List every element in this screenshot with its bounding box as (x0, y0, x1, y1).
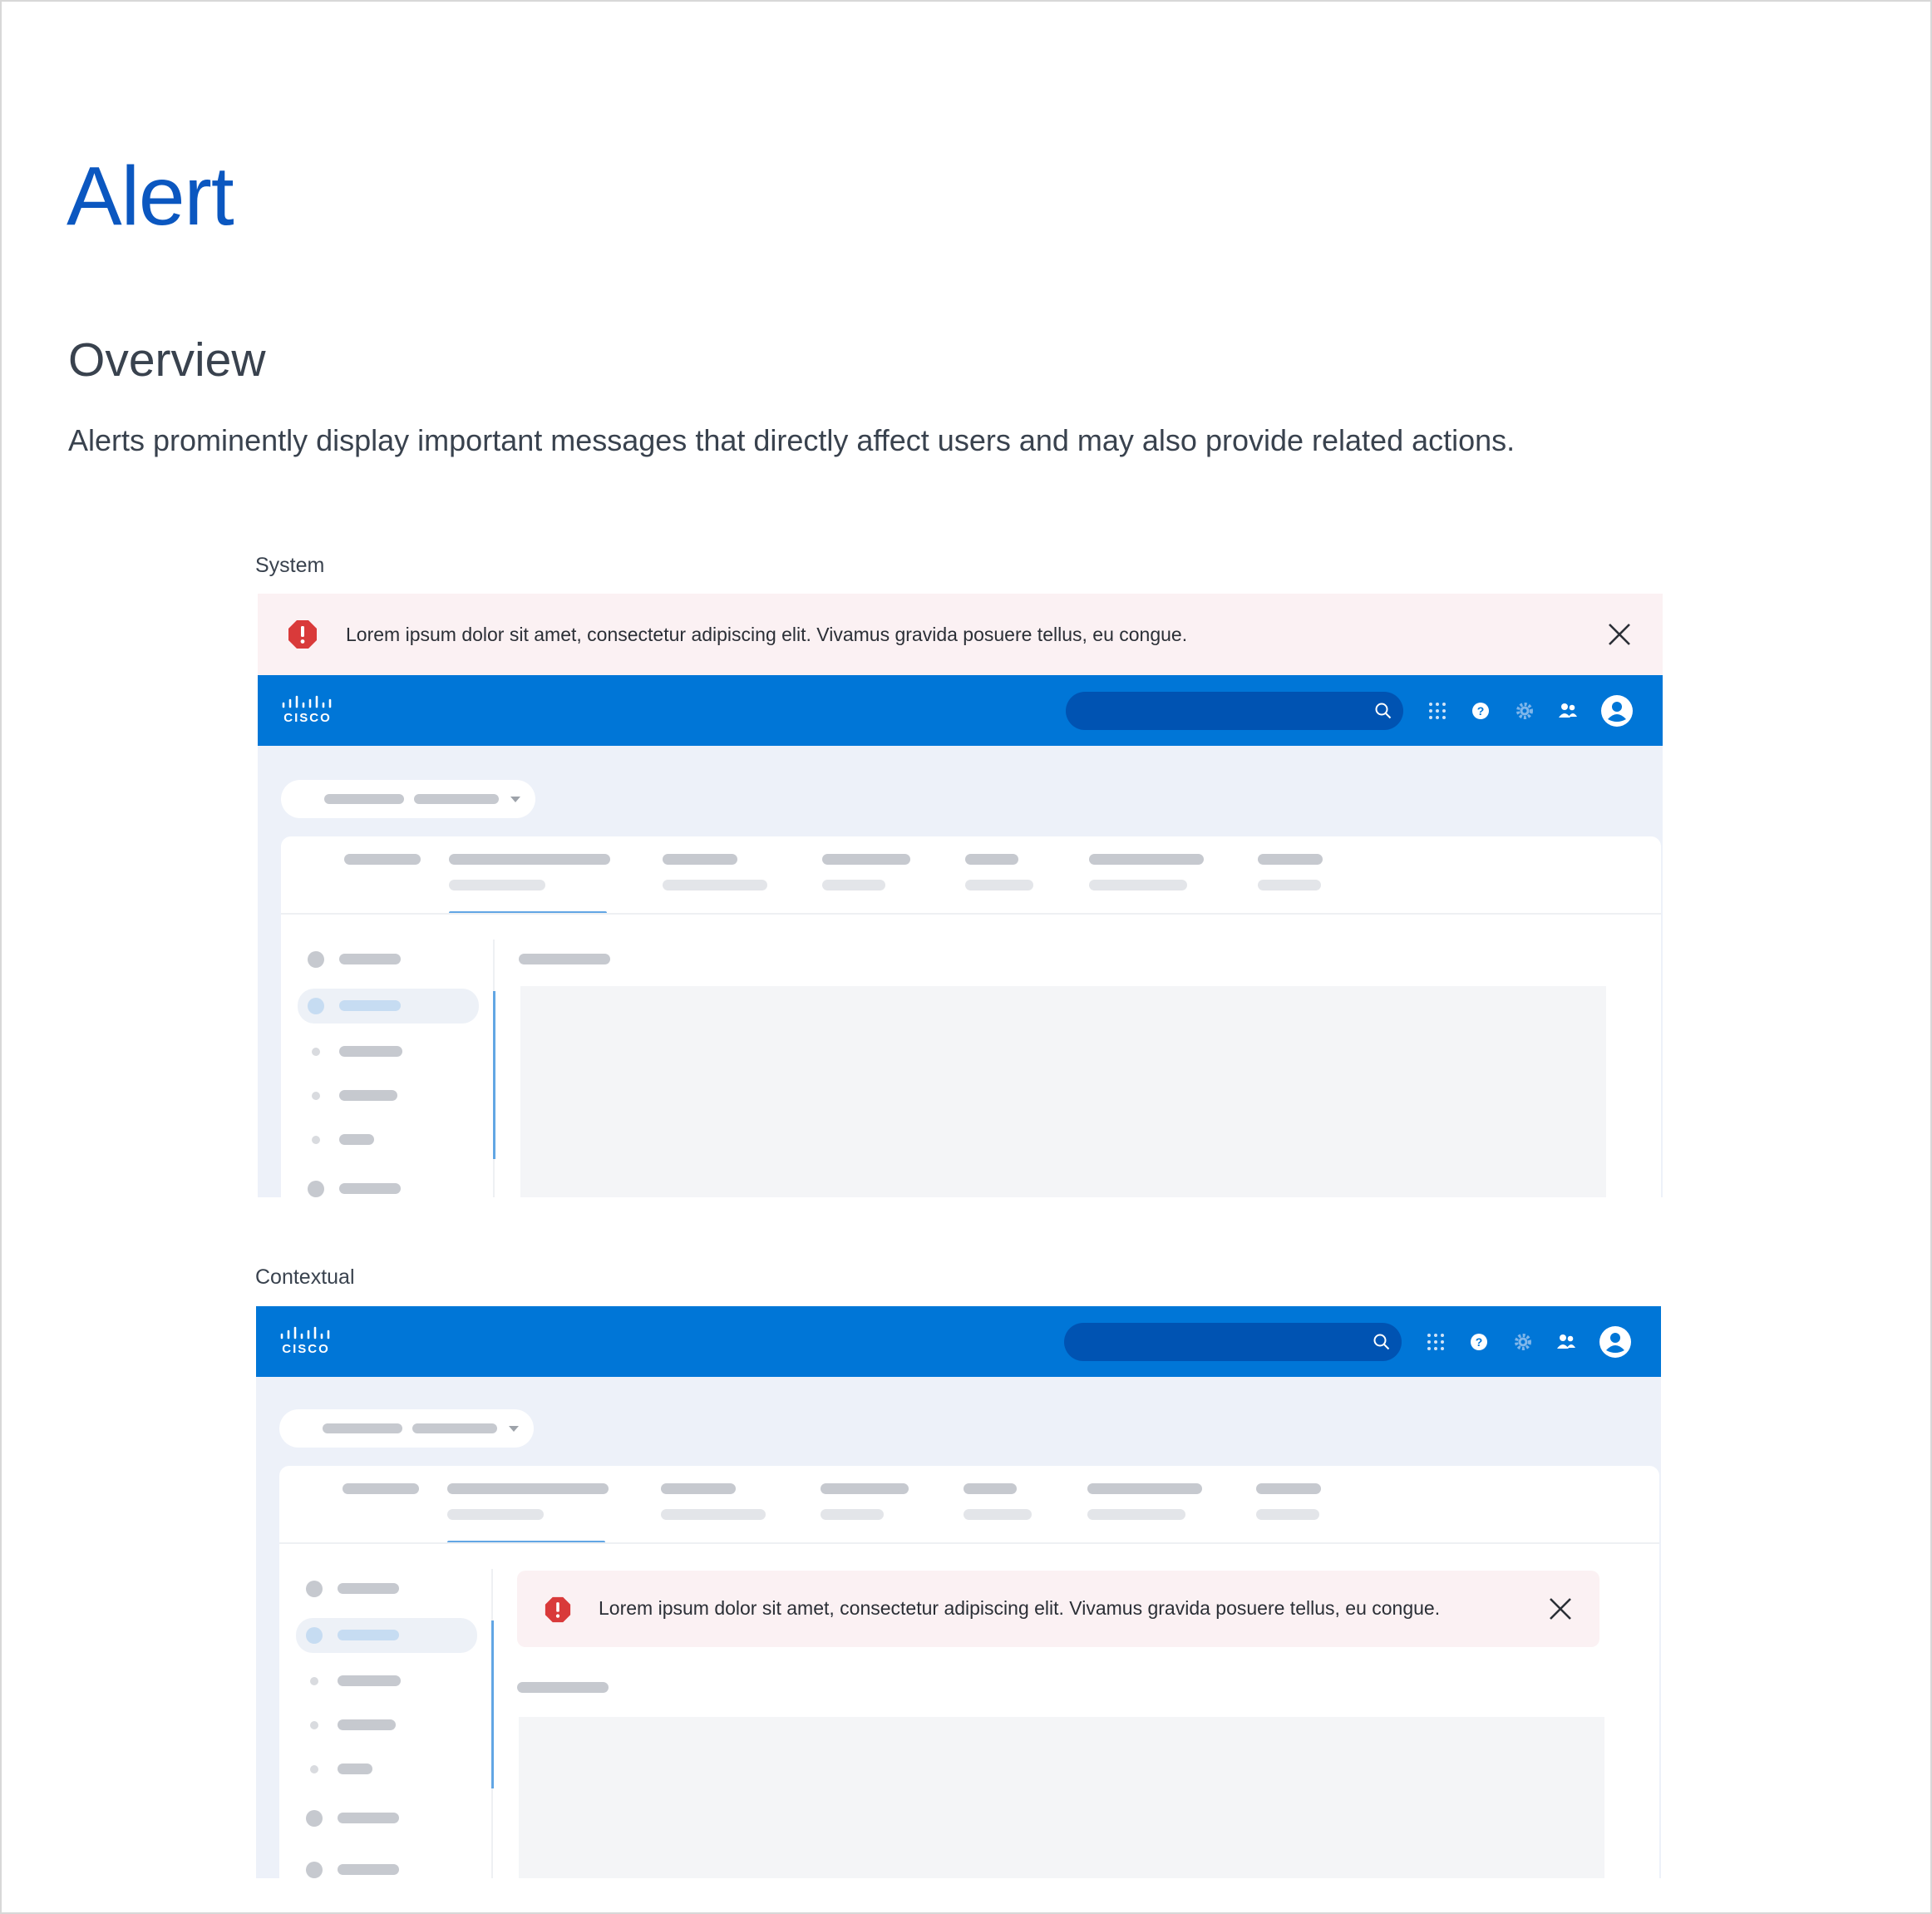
search-icon[interactable] (1373, 1334, 1390, 1350)
gear-icon[interactable] (1514, 700, 1535, 722)
gear-icon[interactable] (1512, 1331, 1534, 1353)
cisco-logo: CISCO (280, 695, 335, 725)
content-card (281, 836, 1661, 1197)
contextual-alert-message: Lorem ipsum dolor sit amet, consectetur … (599, 1597, 1441, 1619)
app-grid-icon[interactable] (1425, 1331, 1447, 1353)
svg-text:?: ? (1477, 704, 1485, 718)
people-icon[interactable] (1557, 700, 1579, 722)
page-title: Alert (67, 150, 234, 243)
alert-error-icon (545, 1596, 571, 1623)
system-example-mockup: Lorem ipsum dolor sit amet, consectetur … (258, 594, 1663, 1197)
close-icon[interactable] (1548, 1596, 1573, 1621)
contextual-example-label: Contextual (255, 1265, 355, 1289)
content-placeholder-area (520, 986, 1606, 1197)
avatar-icon[interactable] (1600, 694, 1634, 728)
content-card: Lorem ipsum dolor sit amet, consectetur … (279, 1466, 1659, 1878)
search-icon[interactable] (1375, 703, 1392, 719)
alert-error-icon (288, 620, 317, 649)
chevron-down-icon (510, 797, 520, 802)
system-alert-message: Lorem ipsum dolor sit amet, consectetur … (346, 624, 1188, 645)
system-example-label: System (255, 554, 325, 577)
sidenav-item-active[interactable] (296, 1618, 477, 1653)
sidenav-item-active[interactable] (298, 989, 479, 1024)
people-icon[interactable] (1555, 1331, 1577, 1353)
content-heading-placeholder (517, 1682, 609, 1693)
content-heading-placeholder (519, 954, 610, 964)
cisco-wordmark: CISCO (282, 1342, 330, 1356)
svg-text:?: ? (1476, 1335, 1483, 1349)
help-icon[interactable]: ? (1470, 700, 1491, 722)
system-alert: Lorem ipsum dolor sit amet, consectetur … (258, 594, 1663, 675)
content-placeholder-area (519, 1717, 1604, 1878)
app-header: CISCO ? (258, 675, 1663, 746)
app-grid-icon[interactable] (1427, 700, 1448, 722)
contextual-example-mockup: CISCO ? Lorem ipsum dolor sit amet, cons… (256, 1306, 1661, 1878)
cisco-wordmark: CISCO (283, 711, 332, 725)
close-icon[interactable] (1607, 622, 1632, 647)
breadcrumb[interactable] (281, 780, 535, 818)
contextual-alert: Lorem ipsum dolor sit amet, consectetur … (517, 1571, 1599, 1647)
page-description: Alerts prominently display important mes… (68, 423, 1516, 457)
avatar-icon[interactable] (1599, 1325, 1632, 1359)
section-title: Overview (68, 333, 266, 387)
chevron-down-icon (509, 1426, 519, 1432)
breadcrumb[interactable] (279, 1409, 534, 1448)
app-header: CISCO ? (256, 1306, 1661, 1377)
cisco-logo: CISCO (278, 1326, 333, 1356)
help-icon[interactable]: ? (1468, 1331, 1490, 1353)
search-input[interactable] (1066, 692, 1403, 730)
search-input[interactable] (1064, 1323, 1402, 1361)
